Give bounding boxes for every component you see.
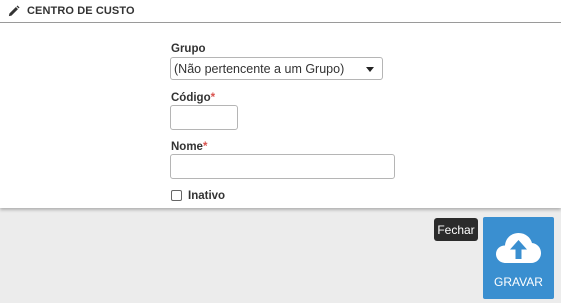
cloud-upload-icon <box>496 233 541 263</box>
inativo-label[interactable]: Inativo <box>188 190 225 202</box>
page-title: CENTRO DE CUSTO <box>27 5 135 17</box>
gravar-button[interactable]: GRAVAR <box>483 217 554 299</box>
grupo-select[interactable]: (Não pertencente a um Grupo) <box>170 57 383 80</box>
nome-field[interactable] <box>170 154 395 179</box>
inativo-checkbox[interactable] <box>171 190 182 201</box>
required-mark: * <box>202 141 208 153</box>
grupo-label: Grupo <box>171 43 206 55</box>
gravar-label: GRAVAR <box>494 275 543 289</box>
codigo-field[interactable] <box>170 105 238 130</box>
pencil-icon <box>8 4 20 16</box>
panel-header: CENTRO DE CUSTO <box>0 0 561 23</box>
form-panel: CENTRO DE CUSTO Grupo (Não pertencente a… <box>0 0 561 208</box>
nome-label: Nome* <box>171 141 207 153</box>
fechar-button[interactable]: Fechar <box>434 218 478 241</box>
nome-label-text: Nome <box>171 141 203 153</box>
codigo-label: Código* <box>171 92 215 104</box>
chevron-down-icon <box>366 67 374 72</box>
grupo-selected-value: (Não pertencente a um Grupo) <box>174 61 345 76</box>
codigo-label-text: Código <box>171 92 211 104</box>
required-mark: * <box>210 92 216 104</box>
